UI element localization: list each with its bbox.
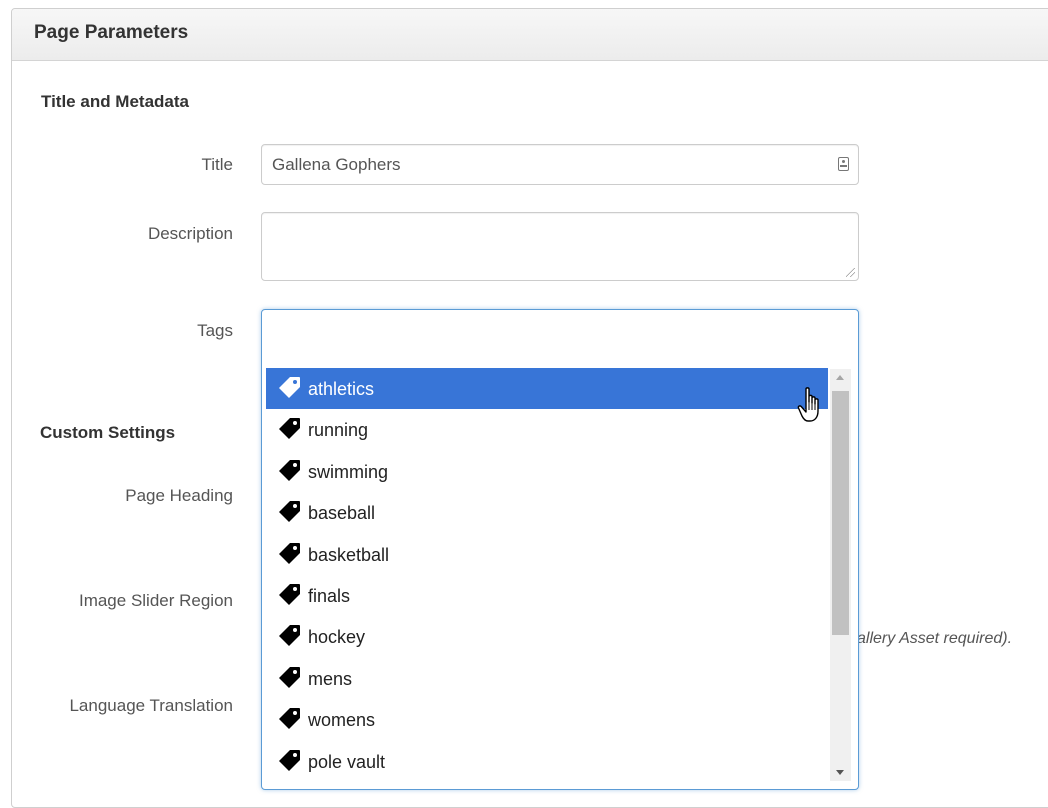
tag-icon	[279, 460, 300, 481]
title-label: Title	[201, 155, 234, 174]
tag-icon	[279, 584, 300, 605]
tag-option-womens[interactable]: womens	[266, 699, 828, 740]
resize-grip-icon[interactable]	[846, 268, 855, 277]
tag-option-label: pole vault	[308, 752, 386, 772]
tag-option-running[interactable]: running	[266, 409, 828, 450]
description-label: Description	[147, 224, 233, 243]
image-slider-label: Image Slider Region	[78, 591, 233, 610]
tags-label: Tags	[197, 321, 233, 340]
tag-option-baseball[interactable]: baseball	[266, 492, 828, 533]
image-slider-note: allery Asset required).	[857, 630, 1013, 647]
tag-option-finals[interactable]: finals	[266, 575, 828, 616]
page-heading-label: Page Heading	[125, 486, 233, 505]
scroll-down-arrow-icon[interactable]	[830, 763, 851, 781]
dropdown-scrollbar[interactable]	[830, 369, 851, 781]
tag-icon	[279, 543, 300, 564]
scroll-up-arrow-icon[interactable]	[830, 369, 851, 387]
tag-icon	[279, 625, 300, 646]
panel-title: Page Parameters	[34, 22, 189, 43]
contact-card-icon[interactable]	[838, 157, 849, 171]
title-input-value: Gallena Gophers	[272, 155, 401, 174]
tag-option-label: athletics	[308, 379, 375, 399]
title-input[interactable]: Gallena Gophers	[261, 144, 859, 185]
tag-icon	[279, 418, 300, 439]
tag-option-hockey[interactable]: hockey	[266, 616, 828, 657]
tag-option-label: mens	[308, 669, 353, 689]
hand-pointer-cursor-icon	[797, 387, 819, 422]
tag-option-label: running	[308, 420, 369, 440]
tag-icon	[279, 377, 300, 398]
tag-icon	[279, 501, 300, 522]
language-translation-label: Language Translation	[69, 696, 233, 715]
tag-option-label: basketball	[308, 545, 390, 565]
section-title-metadata: Title and Metadata	[41, 92, 189, 111]
section-title-custom-settings: Custom Settings	[40, 423, 176, 442]
tag-option-athletics[interactable]: athletics	[266, 368, 828, 409]
tag-option-label: finals	[308, 586, 351, 606]
tag-option-label: swimming	[308, 462, 389, 482]
tag-option-label: baseball	[308, 503, 376, 523]
tag-icon	[279, 708, 300, 729]
tag-option-label: hockey	[308, 627, 366, 647]
tag-option-label: womens	[308, 710, 376, 730]
tag-option-swimming[interactable]: swimming	[266, 451, 828, 492]
tag-option-pole-vault[interactable]: pole vault	[266, 741, 828, 782]
panel-heading: Page Parameters	[12, 9, 1048, 61]
description-textarea[interactable]	[261, 212, 859, 281]
tag-icon	[279, 667, 300, 688]
tag-option-basketball[interactable]: basketball	[266, 534, 828, 575]
tags-dropdown: athletics running swimming baseball basketba…	[266, 368, 853, 782]
scroll-thumb[interactable]	[832, 391, 849, 635]
tag-icon	[279, 750, 300, 771]
tag-option-mens[interactable]: mens	[266, 658, 828, 699]
